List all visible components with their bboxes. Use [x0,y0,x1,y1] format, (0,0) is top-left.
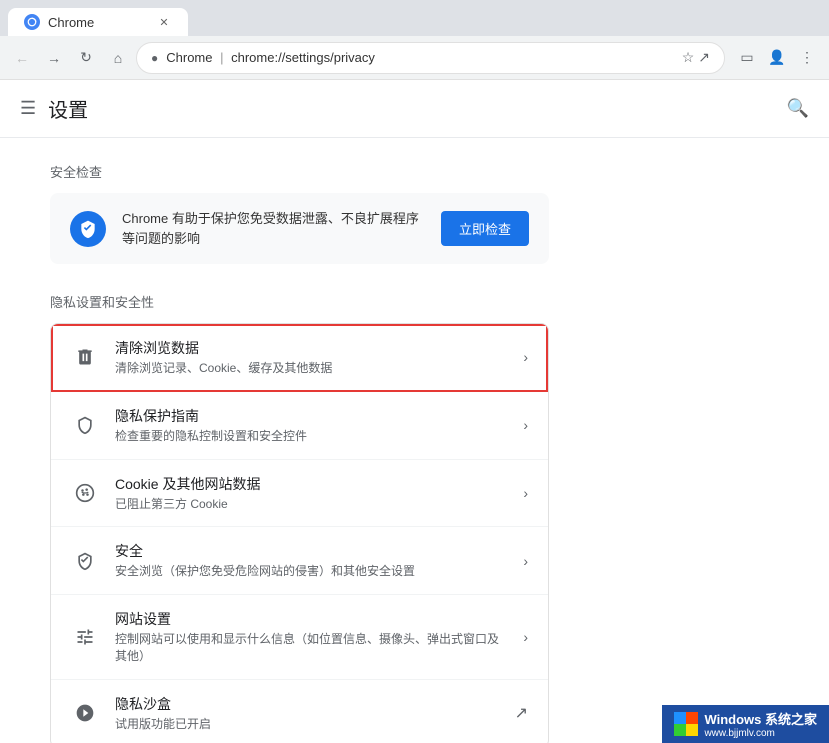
clear-browsing-data-arrow: › [523,349,528,365]
navigation-bar: ← → ↻ ⌂ ● Chrome | chrome://settings/pri… [0,36,829,80]
reload-button[interactable]: ↻ [72,44,100,72]
active-tab[interactable]: Chrome ✕ [8,8,188,36]
security-arrow: › [523,553,528,569]
privacy-section: 隐私设置和安全性 清除浏览数据 清除浏览记录、Cookie、缓存及其他数据 › [50,292,549,743]
address-separator: | [220,50,227,65]
safety-description: Chrome 有助于保护您免受数据泄露、不良扩展程序等问题的影响 [122,209,425,248]
lock-icon: ● [151,51,158,65]
browser-menu-icons: ▭ 👤 ⋮ [733,44,821,72]
privacy-sandbox-title: 隐私沙盒 [115,694,499,714]
address-bar[interactable]: ● Chrome | chrome://settings/privacy ☆ ↗ [136,42,725,74]
address-right-icons: ☆ ↗ [682,49,710,66]
privacy-guide-desc: 检查重要的隐私控制设置和安全控件 [115,428,507,445]
clear-browsing-data-content: 清除浏览数据 清除浏览记录、Cookie、缓存及其他数据 [115,338,507,377]
settings-title: 设置 [48,94,88,123]
forward-button[interactable]: → [40,44,68,72]
sandbox-icon [71,699,99,727]
safety-check-button[interactable]: 立即检查 [441,211,529,246]
address-domain: Chrome [166,50,212,65]
site-settings-desc: 控制网站可以使用和显示什么信息（如位置信息、摄像头、弹出式窗口及其他） [115,631,507,665]
clear-browsing-data-desc: 清除浏览记录、Cookie、缓存及其他数据 [115,360,507,377]
tab-close-btn[interactable]: ✕ [156,14,172,30]
cookies-content: Cookie 及其他网站数据 已阻止第三方 Cookie [115,474,507,513]
share-icon[interactable]: ↗ [698,49,710,66]
settings-page: ☰ 设置 🔍 安全检查 Chrome 有助于保护您免受数据泄露、不良扩展程序等问… [0,80,829,743]
site-settings-item[interactable]: 网站设置 控制网站可以使用和显示什么信息（如位置信息、摄像头、弹出式窗口及其他）… [51,595,548,680]
safety-check-card: Chrome 有助于保护您免受数据泄露、不良扩展程序等问题的影响 立即检查 [50,193,549,264]
security-shield-icon [71,547,99,575]
security-desc: 安全浏览（保护您免受危险网站的侵害）和其他安全设置 [115,563,507,580]
trash-icon [71,343,99,371]
tab-favicon [24,14,40,30]
hamburger-icon[interactable]: ☰ [20,98,36,119]
security-content: 安全 安全浏览（保护您免受危险网站的侵害）和其他安全设置 [115,541,507,580]
browser-chrome: Chrome ✕ ← → ↻ ⌂ ● Chrome | chrome://set… [0,0,829,80]
site-settings-title: 网站设置 [115,609,507,629]
address-text: Chrome | chrome://settings/privacy [166,50,375,65]
privacy-sandbox-desc: 试用版功能已开启 [115,716,499,733]
settings-header: ☰ 设置 🔍 [0,80,829,138]
security-item[interactable]: 安全 安全浏览（保护您免受危险网站的侵害）和其他安全设置 › [51,527,548,595]
privacy-sandbox-content: 隐私沙盒 试用版功能已开启 [115,694,499,733]
site-settings-content: 网站设置 控制网站可以使用和显示什么信息（如位置信息、摄像头、弹出式窗口及其他） [115,609,507,665]
privacy-settings-list: 清除浏览数据 清除浏览记录、Cookie、缓存及其他数据 › 隐私保护指南 检查… [50,323,549,743]
privacy-guide-item[interactable]: 隐私保护指南 检查重要的隐私控制设置和安全控件 › [51,392,548,460]
site-settings-arrow: › [523,629,528,645]
tab-title: Chrome [48,15,94,30]
sliders-icon [71,623,99,651]
cookies-item[interactable]: Cookie 及其他网站数据 已阻止第三方 Cookie › [51,460,548,528]
profile-button[interactable]: 👤 [763,44,791,72]
fullscreen-button[interactable]: ▭ [733,44,761,72]
address-path: chrome://settings/privacy [231,50,375,65]
privacy-sandbox-item[interactable]: 隐私沙盒 试用版功能已开启 ↗ [51,680,548,743]
clear-browsing-data-item[interactable]: 清除浏览数据 清除浏览记录、Cookie、缓存及其他数据 › [51,324,548,392]
tab-bar: Chrome ✕ [0,0,829,36]
privacy-section-label: 隐私设置和安全性 [50,292,549,311]
cookies-desc: 已阻止第三方 Cookie [115,496,507,513]
home-button[interactable]: ⌂ [104,44,132,72]
back-button[interactable]: ← [8,44,36,72]
external-link-icon: ↗ [515,703,528,723]
watermark-text-container: Windows 系统之家 www.bjjmlv.com [704,709,817,739]
security-title: 安全 [115,541,507,561]
cookie-icon [71,479,99,507]
more-menu-button[interactable]: ⋮ [793,44,821,72]
privacy-guide-arrow: › [523,417,528,433]
watermark-main-text: Windows 系统之家 [704,709,817,728]
settings-content: 安全检查 Chrome 有助于保护您免受数据泄露、不良扩展程序等问题的影响 立即… [0,138,829,743]
privacy-guide-content: 隐私保护指南 检查重要的隐私控制设置和安全控件 [115,406,507,445]
search-icon[interactable]: 🔍 [787,98,809,119]
safety-check-label: 安全检查 [50,162,549,181]
bookmark-icon[interactable]: ☆ [682,49,695,66]
safety-shield-icon [70,211,106,247]
watermark: Windows 系统之家 www.bjjmlv.com [662,705,829,743]
cookies-arrow: › [523,485,528,501]
cookies-title: Cookie 及其他网站数据 [115,474,507,494]
privacy-guide-title: 隐私保护指南 [115,406,507,426]
watermark-sub-text: www.bjjmlv.com [704,728,817,739]
shield-outline-icon [71,411,99,439]
watermark-logo [674,712,698,736]
clear-browsing-data-title: 清除浏览数据 [115,338,507,358]
